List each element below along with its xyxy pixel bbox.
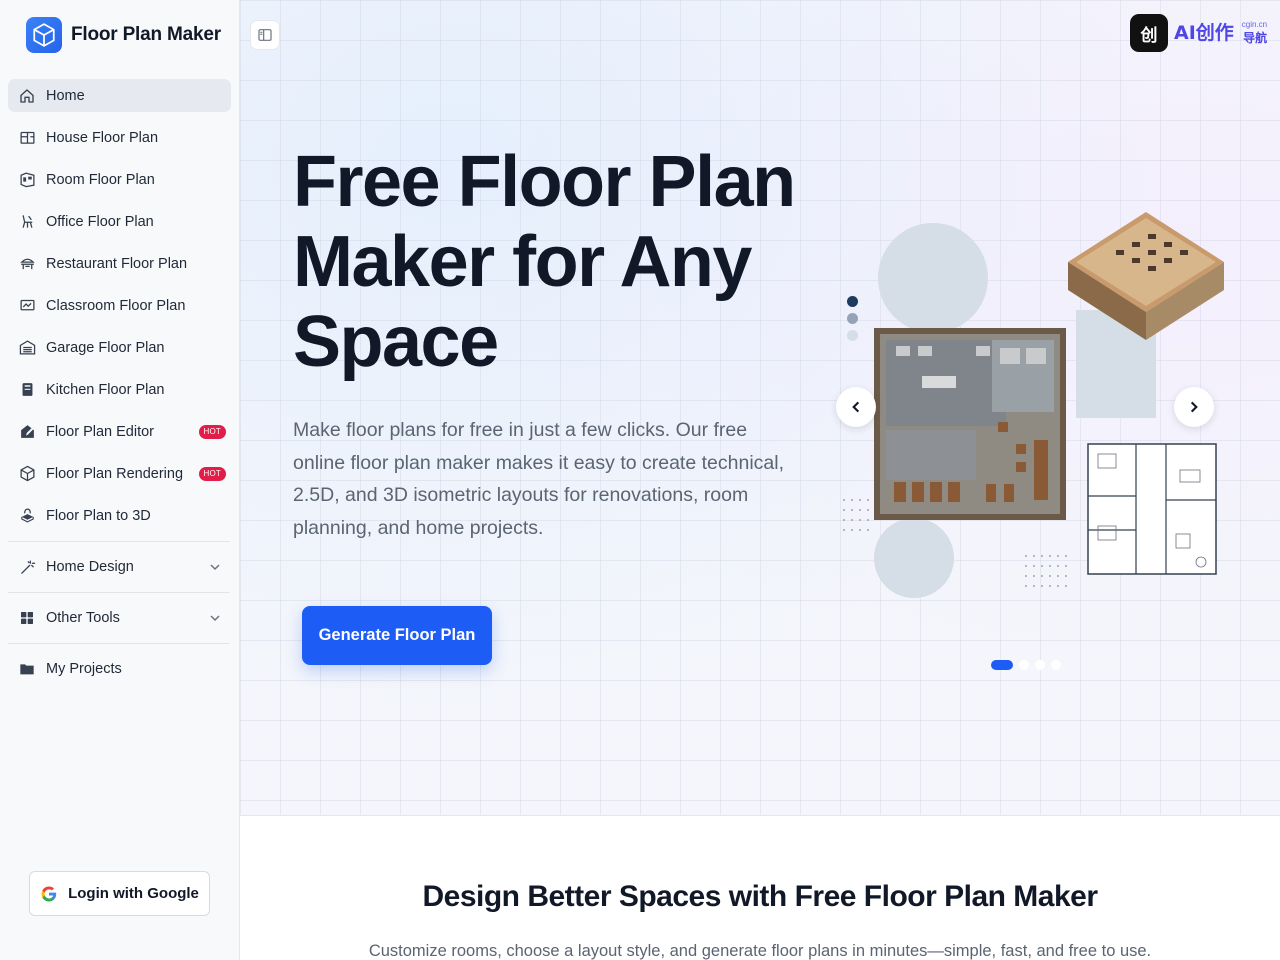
sidebar-group-label: Home Design bbox=[46, 559, 134, 575]
carousel-dot[interactable] bbox=[1019, 660, 1029, 670]
sidebar-toggle-button[interactable] bbox=[250, 20, 280, 50]
floor-plan-illustration bbox=[843, 212, 1224, 598]
sidebar-item-label: Home bbox=[46, 87, 85, 104]
restaurant-icon bbox=[18, 255, 36, 273]
room-plan-icon bbox=[18, 171, 36, 189]
login-label: Login with Google bbox=[68, 885, 199, 902]
thumb-dot[interactable] bbox=[847, 296, 858, 307]
sidebar-group-label: Other Tools bbox=[46, 610, 120, 626]
sidebar-item-label: My Projects bbox=[46, 661, 122, 677]
sidebar-item-label: Kitchen Floor Plan bbox=[46, 381, 165, 398]
ai-badge-text: AI创作 bbox=[1174, 21, 1234, 44]
chevron-left-icon bbox=[852, 401, 860, 413]
ai-badge-label: 导航 bbox=[1243, 31, 1268, 45]
hot-badge: HOT bbox=[198, 425, 226, 439]
carousel-next-button[interactable] bbox=[1174, 387, 1214, 427]
sidebar-group-other-tools[interactable]: Other Tools bbox=[8, 593, 231, 643]
sidebar-item-label: Restaurant Floor Plan bbox=[46, 255, 188, 272]
brand[interactable]: Floor Plan Maker bbox=[26, 17, 221, 53]
ai-badge-logo: 创 bbox=[1130, 14, 1168, 52]
hero-title: Free Floor Plan Maker for Any Space bbox=[293, 142, 796, 382]
sidebar-nav: Home House Floor Plan Room Floor Plan Of… bbox=[8, 79, 231, 694]
sidebar-item-floor-plan-editor[interactable]: Floor Plan Editor HOT bbox=[8, 415, 231, 448]
hero-section: 创 AI创作 cgin.cn 导航 Free Floor Plan Maker … bbox=[240, 0, 1280, 816]
classroom-icon bbox=[18, 297, 36, 315]
sidebar-group-home-design[interactable]: Home Design bbox=[8, 542, 231, 592]
carousel-pagination bbox=[991, 660, 1061, 670]
sidebar-item-floor-plan-to-3d[interactable]: Floor Plan to 3D bbox=[8, 499, 231, 532]
sidebar-item-label: Floor Plan to 3D bbox=[46, 507, 151, 524]
chevron-down-icon bbox=[210, 564, 220, 571]
sidebar-item-floor-plan-rendering[interactable]: Floor Plan Rendering HOT bbox=[8, 457, 231, 490]
login-with-google-button[interactable]: Login with Google bbox=[29, 871, 210, 916]
thumb-dot[interactable] bbox=[847, 313, 858, 324]
sidebar: Floor Plan Maker Home House Floor Plan R… bbox=[0, 0, 240, 960]
edit-icon bbox=[18, 423, 36, 441]
grid-icon bbox=[18, 609, 36, 627]
sidebar-item-office-floor-plan[interactable]: Office Floor Plan bbox=[8, 205, 231, 238]
sidebar-item-kitchen-floor-plan[interactable]: Kitchen Floor Plan bbox=[8, 373, 231, 406]
carousel-dot[interactable] bbox=[1035, 660, 1045, 670]
slide-thumb-indicator bbox=[847, 296, 858, 341]
magic-wand-icon bbox=[18, 558, 36, 576]
hot-badge: HOT bbox=[198, 467, 226, 481]
ai-badge-sub: cgin.cn 导航 bbox=[1242, 20, 1267, 46]
sidebar-item-classroom-floor-plan[interactable]: Classroom Floor Plan bbox=[8, 289, 231, 322]
hero-description: Make floor plans for free in just a few … bbox=[293, 419, 784, 539]
carousel-prev-button[interactable] bbox=[836, 387, 876, 427]
sidebar-item-restaurant-floor-plan[interactable]: Restaurant Floor Plan bbox=[8, 247, 231, 280]
section-subtitle: Customize rooms, choose a layout style, … bbox=[368, 942, 1152, 960]
sidebar-item-room-floor-plan[interactable]: Room Floor Plan bbox=[8, 163, 231, 196]
section-title: Design Better Spaces with Free Floor Pla… bbox=[422, 880, 1098, 913]
3d-icon bbox=[18, 507, 36, 525]
garage-icon bbox=[18, 339, 36, 357]
sidebar-item-garage-floor-plan[interactable]: Garage Floor Plan bbox=[8, 331, 231, 364]
house-plan-icon bbox=[18, 129, 36, 147]
ai-nav-badge[interactable]: 创 AI创作 cgin.cn 导航 bbox=[1130, 14, 1267, 52]
kitchen-icon bbox=[18, 381, 36, 399]
main-content: 创 AI创作 cgin.cn 导航 Free Floor Plan Maker … bbox=[240, 0, 1280, 960]
generate-floor-plan-button[interactable]: Generate Floor Plan bbox=[302, 606, 492, 665]
sidebar-item-my-projects[interactable]: My Projects bbox=[8, 644, 231, 694]
folder-icon bbox=[18, 660, 36, 678]
sidebar-item-label: Garage Floor Plan bbox=[46, 339, 165, 356]
home-icon bbox=[18, 87, 36, 105]
sidebar-item-label: House Floor Plan bbox=[46, 129, 159, 146]
google-icon bbox=[41, 886, 57, 901]
sidebar-item-label: Office Floor Plan bbox=[46, 213, 154, 230]
cube-logo-icon bbox=[26, 17, 62, 53]
sidebar-item-label: Floor Plan Rendering bbox=[46, 465, 184, 482]
chevron-right-icon bbox=[1190, 401, 1198, 413]
carousel-dot[interactable] bbox=[991, 660, 1013, 670]
thumb-dot[interactable] bbox=[847, 330, 858, 341]
carousel-dot[interactable] bbox=[1051, 660, 1061, 670]
cube-icon bbox=[18, 465, 36, 483]
sidebar-item-house-floor-plan[interactable]: House Floor Plan bbox=[8, 121, 231, 154]
office-chair-icon bbox=[18, 213, 36, 231]
sidebar-item-label: Room Floor Plan bbox=[46, 171, 155, 188]
sidebar-item-label: Floor Plan Editor bbox=[46, 423, 154, 440]
ai-badge-domain: cgin.cn bbox=[1241, 20, 1268, 29]
chevron-down-icon bbox=[210, 615, 220, 622]
sidebar-item-label: Classroom Floor Plan bbox=[46, 297, 186, 314]
sidebar-item-home[interactable]: Home bbox=[8, 79, 231, 112]
brand-name: Floor Plan Maker bbox=[71, 24, 221, 45]
sidebar-toggle-icon bbox=[258, 29, 272, 41]
